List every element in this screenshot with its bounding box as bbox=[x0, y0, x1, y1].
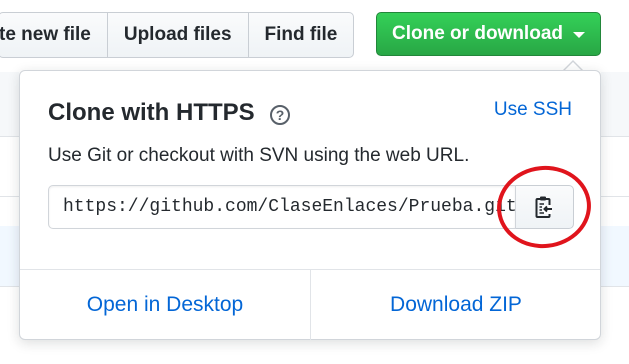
divider bbox=[0, 136, 19, 137]
background-panel bbox=[601, 226, 629, 286]
upload-files-button[interactable]: Upload files bbox=[108, 13, 249, 57]
clone-or-download-button[interactable]: Clone or download bbox=[376, 12, 601, 56]
divider bbox=[0, 196, 19, 197]
clone-or-download-label: Clone or download bbox=[392, 23, 563, 44]
create-new-file-button[interactable]: te new file bbox=[0, 13, 108, 57]
file-actions-button-group: te new file Upload files Find file bbox=[0, 12, 355, 58]
caret-down-icon bbox=[573, 32, 585, 38]
clone-popover-title: Clone with HTTPS bbox=[48, 99, 255, 126]
background-panel bbox=[0, 226, 19, 286]
background-panel bbox=[601, 72, 629, 136]
clone-description: Use Git or checkout with SVN using the w… bbox=[48, 145, 470, 166]
clone-url-input[interactable]: https://github.com/ClaseEnlaces/Prueba.g… bbox=[48, 185, 516, 229]
find-file-button[interactable]: Find file bbox=[249, 13, 354, 57]
divider bbox=[0, 286, 19, 287]
divider bbox=[601, 286, 629, 287]
divider bbox=[601, 136, 629, 137]
background-panel bbox=[0, 72, 19, 136]
open-in-desktop-link[interactable]: Open in Desktop bbox=[20, 269, 310, 340]
page: te new file Upload files Find file Clone… bbox=[0, 0, 629, 364]
divider bbox=[601, 196, 629, 197]
clone-url-group: https://github.com/ClaseEnlaces/Prueba.g… bbox=[48, 185, 574, 229]
download-zip-link[interactable]: Download ZIP bbox=[311, 269, 601, 340]
use-ssh-link[interactable]: Use SSH bbox=[494, 99, 572, 121]
question-circle-icon[interactable]: ? bbox=[270, 105, 290, 125]
